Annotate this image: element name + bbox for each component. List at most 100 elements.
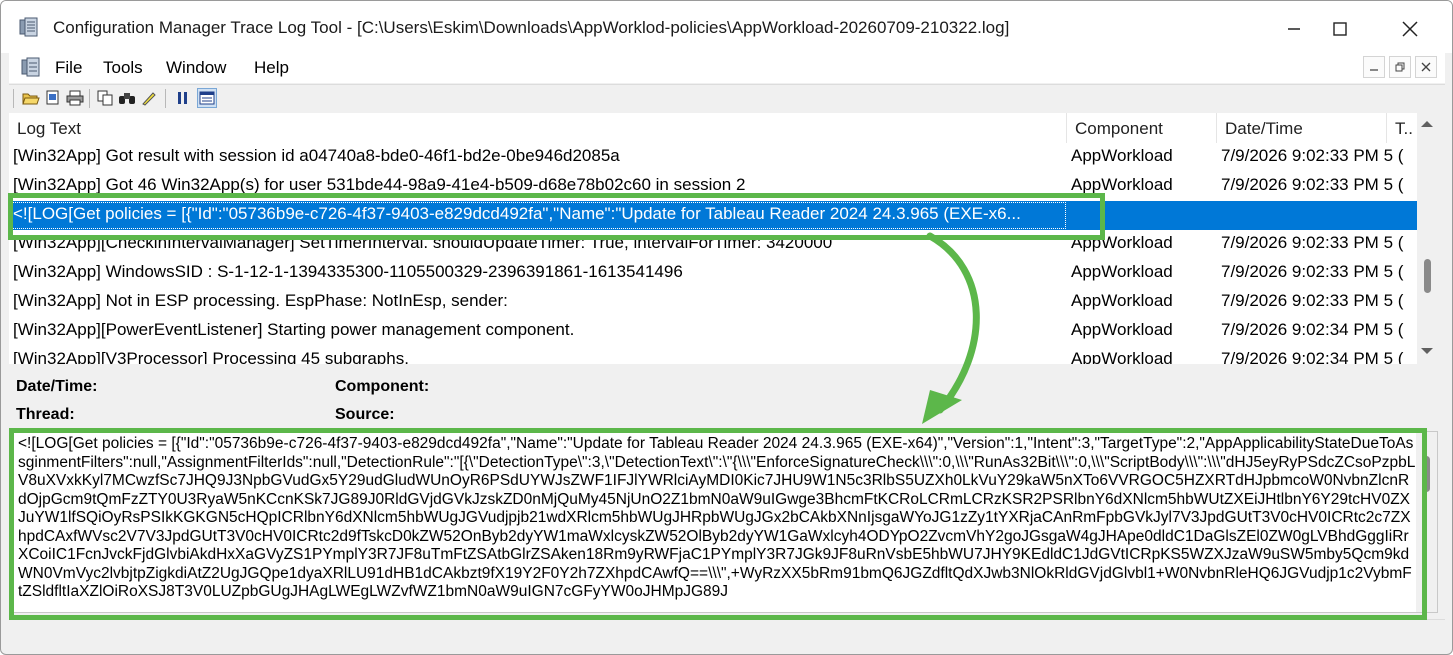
date-cell: 7/9/2026 9:02:34 PM 5 ( xyxy=(1217,346,1417,364)
source-label: Source: xyxy=(335,406,395,423)
thread-value: 5 ( xyxy=(1383,291,1404,310)
pause-icon xyxy=(178,92,187,104)
component-cell: AppWorkload xyxy=(1071,320,1173,339)
mdi-restore-button[interactable] xyxy=(1389,56,1411,78)
log-text-cell: [Win32App] Got result with session id a0… xyxy=(13,146,620,165)
log-rows: [Win32App] Got result with session id a0… xyxy=(9,143,1417,364)
column-thread[interactable]: T.. xyxy=(1387,113,1417,143)
menu-window[interactable]: Window xyxy=(166,58,226,78)
date-cell xyxy=(1217,201,1417,230)
close-icon xyxy=(1421,62,1431,72)
log-text-cell: [Win32App] WindowsSID : S-1-12-1-1394335… xyxy=(13,262,683,281)
thread-value: 5 ( xyxy=(1383,175,1404,194)
date-cell: 7/9/2026 9:02:34 PM 5 ( xyxy=(1217,317,1417,346)
thread-value: 5 ( xyxy=(1383,320,1404,339)
column-log-text[interactable]: Log Text xyxy=(9,113,1067,143)
open-button[interactable] xyxy=(21,88,41,108)
log-list-scrollbar[interactable] xyxy=(1417,113,1438,364)
scroll-up-icon[interactable] xyxy=(1421,121,1433,127)
restore-icon xyxy=(1395,62,1405,72)
log-text-cell: <![LOG[Get policies = [{"Id":"05736b9e-c… xyxy=(9,201,1067,230)
toolbar-separator xyxy=(165,89,166,108)
find-button[interactable] xyxy=(117,88,137,108)
log-row[interactable]: [Win32App] Got 46 Win32App(s) for user 5… xyxy=(9,172,1417,201)
date-value: 7/9/2026 9:02:33 PM xyxy=(1221,262,1379,281)
date-value: 7/9/2026 9:02:33 PM xyxy=(1221,233,1379,252)
menu-bar: File Tools Window Help xyxy=(9,53,1445,83)
component-cell: AppWorkload xyxy=(1071,233,1173,252)
error-lookup-button[interactable] xyxy=(197,88,217,108)
component-label: Component: xyxy=(335,378,430,395)
date-value: 7/9/2026 9:02:33 PM xyxy=(1221,175,1379,194)
close-button[interactable] xyxy=(1387,11,1433,47)
print-button[interactable] xyxy=(65,88,85,108)
log-row[interactable]: [Win32App][PowerEventListener] Starting … xyxy=(9,317,1417,346)
thread-label: Thread: xyxy=(16,406,75,423)
date-value: 7/9/2026 9:02:34 PM xyxy=(1221,349,1379,364)
thread-value: 5 ( xyxy=(1383,262,1404,281)
open-icon xyxy=(22,93,40,105)
column-component[interactable]: Component xyxy=(1067,113,1217,143)
mdi-minimize-button[interactable] xyxy=(1363,56,1385,78)
toolbar-separator xyxy=(89,89,90,108)
log-row[interactable]: [Win32App] Got result with session id a0… xyxy=(9,143,1417,172)
maximize-button[interactable] xyxy=(1317,11,1363,47)
log-row-selected[interactable]: <![LOG[Get policies = [{"Id":"05736b9e-c… xyxy=(9,201,1417,230)
message-text: <![LOG[Get policies = [{"Id":"05736b9e-c… xyxy=(18,435,1416,600)
component-cell: AppWorkload xyxy=(1071,262,1173,281)
log-text-cell: [Win32App][V3Processor] Processing 45 su… xyxy=(13,349,409,364)
log-row[interactable]: [Win32App] WindowsSID : S-1-12-1-1394335… xyxy=(9,259,1417,288)
date-time-label: Date/Time: xyxy=(16,378,98,395)
date-cell: 7/9/2026 9:02:33 PM 5 ( xyxy=(1217,172,1417,201)
thread-value: 5 ( xyxy=(1383,233,1404,252)
date-value: 7/9/2026 9:02:34 PM xyxy=(1221,320,1379,339)
message-scrollbar[interactable] xyxy=(1416,432,1437,612)
close-icon xyxy=(1402,21,1418,37)
print-icon xyxy=(66,90,84,106)
log-text-cell: [Win32App] Not in ESP processing. EspPha… xyxy=(13,291,508,310)
thread-value: 5 ( xyxy=(1383,349,1404,364)
component-cell: AppWorkload xyxy=(1071,291,1173,310)
highlight-icon xyxy=(142,92,156,106)
toolbar-grip xyxy=(13,89,14,108)
mdi-close-button[interactable] xyxy=(1415,56,1437,78)
log-row[interactable]: [Win32App][CheckinIntervalManager] SetTi… xyxy=(9,230,1417,259)
menu-file[interactable]: File xyxy=(55,58,82,78)
column-date-time[interactable]: Date/Time xyxy=(1217,113,1387,143)
copy-button[interactable] xyxy=(95,88,115,108)
highlight-button[interactable] xyxy=(139,88,159,108)
column-header: Log Text Component Date/Time T.. xyxy=(9,113,1417,143)
component-cell: AppWorkload xyxy=(1071,175,1173,194)
date-cell: 7/9/2026 9:02:33 PM 5 ( xyxy=(1217,143,1417,172)
document-icon[interactable] xyxy=(21,57,43,79)
minimize-icon xyxy=(1288,28,1300,30)
pause-button[interactable] xyxy=(173,88,193,108)
date-cell: 7/9/2026 9:02:33 PM 5 ( xyxy=(1217,259,1417,288)
date-value: 7/9/2026 9:02:33 PM xyxy=(1221,146,1379,165)
menu-help[interactable]: Help xyxy=(254,58,289,78)
details-panel: Date/Time: Component: Thread: Source: xyxy=(9,364,1438,428)
status-bar xyxy=(9,619,1445,647)
scroll-thumb[interactable] xyxy=(1424,259,1431,293)
message-text-box[interactable]: <![LOG[Get policies = [{"Id":"05736b9e-c… xyxy=(11,431,1438,613)
scroll-thumb[interactable] xyxy=(1423,456,1430,492)
app-window: Configuration Manager Trace Log Tool - [… xyxy=(0,0,1453,655)
maximize-icon xyxy=(1333,22,1347,36)
minimize-button[interactable] xyxy=(1271,11,1317,47)
log-text-cell: [Win32App][CheckinIntervalManager] SetTi… xyxy=(13,233,833,252)
log-text-cell: [Win32App] Got 46 Win32App(s) for user 5… xyxy=(13,175,746,194)
component-cell xyxy=(1067,201,1215,230)
scroll-down-icon[interactable] xyxy=(1421,348,1433,354)
app-icon xyxy=(19,17,41,39)
window-title: Configuration Manager Trace Log Tool - [… xyxy=(53,18,1010,37)
log-row[interactable]: [Win32App] Not in ESP processing. EspPha… xyxy=(9,288,1417,317)
menu-tools[interactable]: Tools xyxy=(103,58,143,78)
log-list[interactable]: Log Text Component Date/Time T.. [Win32A… xyxy=(9,113,1438,364)
title-bar[interactable]: Configuration Manager Trace Log Tool - [… xyxy=(1,1,1452,53)
thread-value: 5 ( xyxy=(1383,146,1404,165)
log-row[interactable]: [Win32App][V3Processor] Processing 45 su… xyxy=(9,346,1417,364)
copy-icon xyxy=(97,90,113,106)
toolbar xyxy=(9,84,1445,112)
date-cell: 7/9/2026 9:02:33 PM 5 ( xyxy=(1217,230,1417,259)
print-preview-button[interactable] xyxy=(43,88,63,108)
